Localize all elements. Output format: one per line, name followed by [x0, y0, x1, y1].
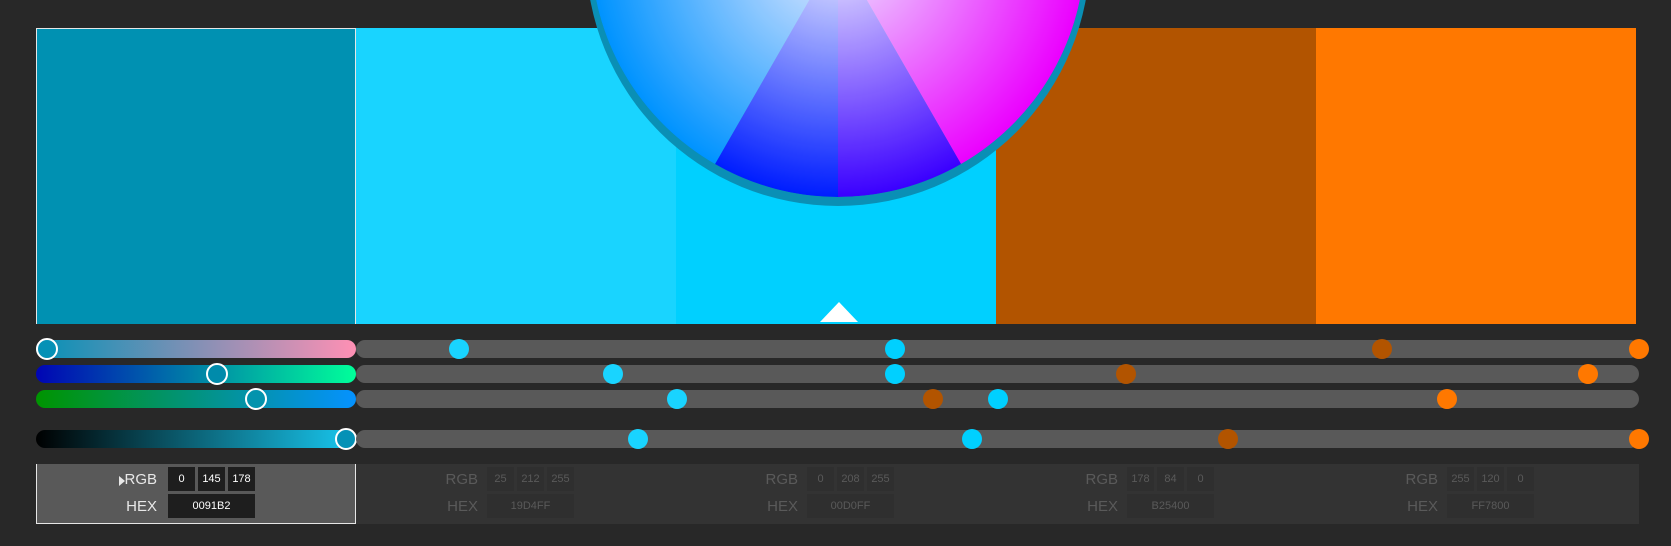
- swatch-1[interactable]: [36, 28, 356, 324]
- swatch-3[interactable]: [676, 28, 996, 324]
- blue-slider-dot-3[interactable]: [987, 389, 1008, 409]
- hex-field[interactable]: 19D4FF: [487, 494, 574, 518]
- g-field[interactable]: 212: [517, 467, 544, 491]
- hex-label: HEX: [767, 497, 798, 515]
- blue-slider-dot-5[interactable]: [1436, 389, 1457, 409]
- red-slider-dot-2[interactable]: [448, 339, 469, 359]
- red-slider-dot-3[interactable]: [884, 339, 905, 359]
- green-slider-dot-5[interactable]: [1577, 364, 1598, 384]
- swatch-5[interactable]: [1316, 28, 1636, 324]
- hex-label: HEX: [1407, 497, 1438, 515]
- hex-field[interactable]: FF7800: [1447, 494, 1534, 518]
- green-slider-dot-2[interactable]: [602, 364, 623, 384]
- red-slider-handle[interactable]: [36, 338, 58, 360]
- red-slider-rail[interactable]: [356, 340, 1639, 358]
- r-field[interactable]: 178: [1127, 467, 1154, 491]
- r-field[interactable]: 255: [1447, 467, 1474, 491]
- b-field[interactable]: 255: [547, 467, 574, 491]
- green-slider-handle[interactable]: [206, 363, 228, 385]
- green-slider-track[interactable]: [36, 365, 356, 383]
- hex-field[interactable]: 0091B2: [168, 494, 255, 518]
- color-values-2: RGB 25 212 255 HEX 19D4FF: [356, 464, 676, 524]
- green-slider-rail[interactable]: [356, 365, 1639, 383]
- color-values-1: RGB 0 145 178 HEX 0091B2: [36, 464, 356, 524]
- r-field[interactable]: 0: [807, 467, 834, 491]
- brightness-slider-dot-5[interactable]: [1629, 429, 1649, 449]
- hex-field[interactable]: B25400: [1127, 494, 1214, 518]
- b-field[interactable]: 0: [1187, 467, 1214, 491]
- color-values-3: RGB 0 208 255 HEX 00D0FF: [676, 464, 996, 524]
- g-field[interactable]: 208: [837, 467, 864, 491]
- b-field[interactable]: 0: [1507, 467, 1534, 491]
- b-field[interactable]: 255: [867, 467, 894, 491]
- blue-slider-dot-2[interactable]: [666, 389, 687, 409]
- r-field[interactable]: 0: [168, 467, 195, 491]
- color-swatches: [36, 28, 1639, 324]
- r-field[interactable]: 25: [487, 467, 514, 491]
- rgb-label: RGB: [124, 470, 157, 488]
- brightness-slider-rail[interactable]: [356, 430, 1639, 448]
- rgb-label: RGB: [765, 470, 798, 488]
- blue-slider-track[interactable]: [36, 390, 356, 408]
- hex-label: HEX: [126, 497, 157, 515]
- brightness-slider-handle[interactable]: [335, 428, 357, 450]
- g-field[interactable]: 84: [1157, 467, 1184, 491]
- blue-slider-handle[interactable]: [245, 388, 267, 410]
- g-field[interactable]: 145: [198, 467, 225, 491]
- hex-label: HEX: [1087, 497, 1118, 515]
- color-values-5: RGB 255 120 0 HEX FF7800: [1316, 464, 1636, 524]
- hex-label: HEX: [447, 497, 478, 515]
- b-field[interactable]: 178: [228, 467, 255, 491]
- red-slider-dot-5[interactable]: [1629, 339, 1649, 359]
- color-values: RGB 0 145 178 HEX 0091B2 RGB 25 212 255 …: [36, 464, 1639, 524]
- color-values-4: RGB 178 84 0 HEX B25400: [996, 464, 1316, 524]
- swatch-2[interactable]: [356, 28, 676, 324]
- red-slider-track[interactable]: [36, 340, 356, 358]
- green-slider-dot-3[interactable]: [884, 364, 905, 384]
- g-field[interactable]: 120: [1477, 467, 1504, 491]
- brightness-slider-track[interactable]: [36, 430, 356, 448]
- rgb-label: RGB: [1085, 470, 1118, 488]
- rgb-sliders: [36, 324, 1649, 464]
- brightness-slider-dot-3[interactable]: [961, 429, 982, 449]
- hex-field[interactable]: 00D0FF: [807, 494, 894, 518]
- rgb-label: RGB: [1405, 470, 1438, 488]
- green-slider-dot-4[interactable]: [1115, 364, 1136, 384]
- rgb-label: RGB: [445, 470, 478, 488]
- base-color-pointer-icon: [820, 302, 858, 322]
- swatch-4[interactable]: [996, 28, 1316, 324]
